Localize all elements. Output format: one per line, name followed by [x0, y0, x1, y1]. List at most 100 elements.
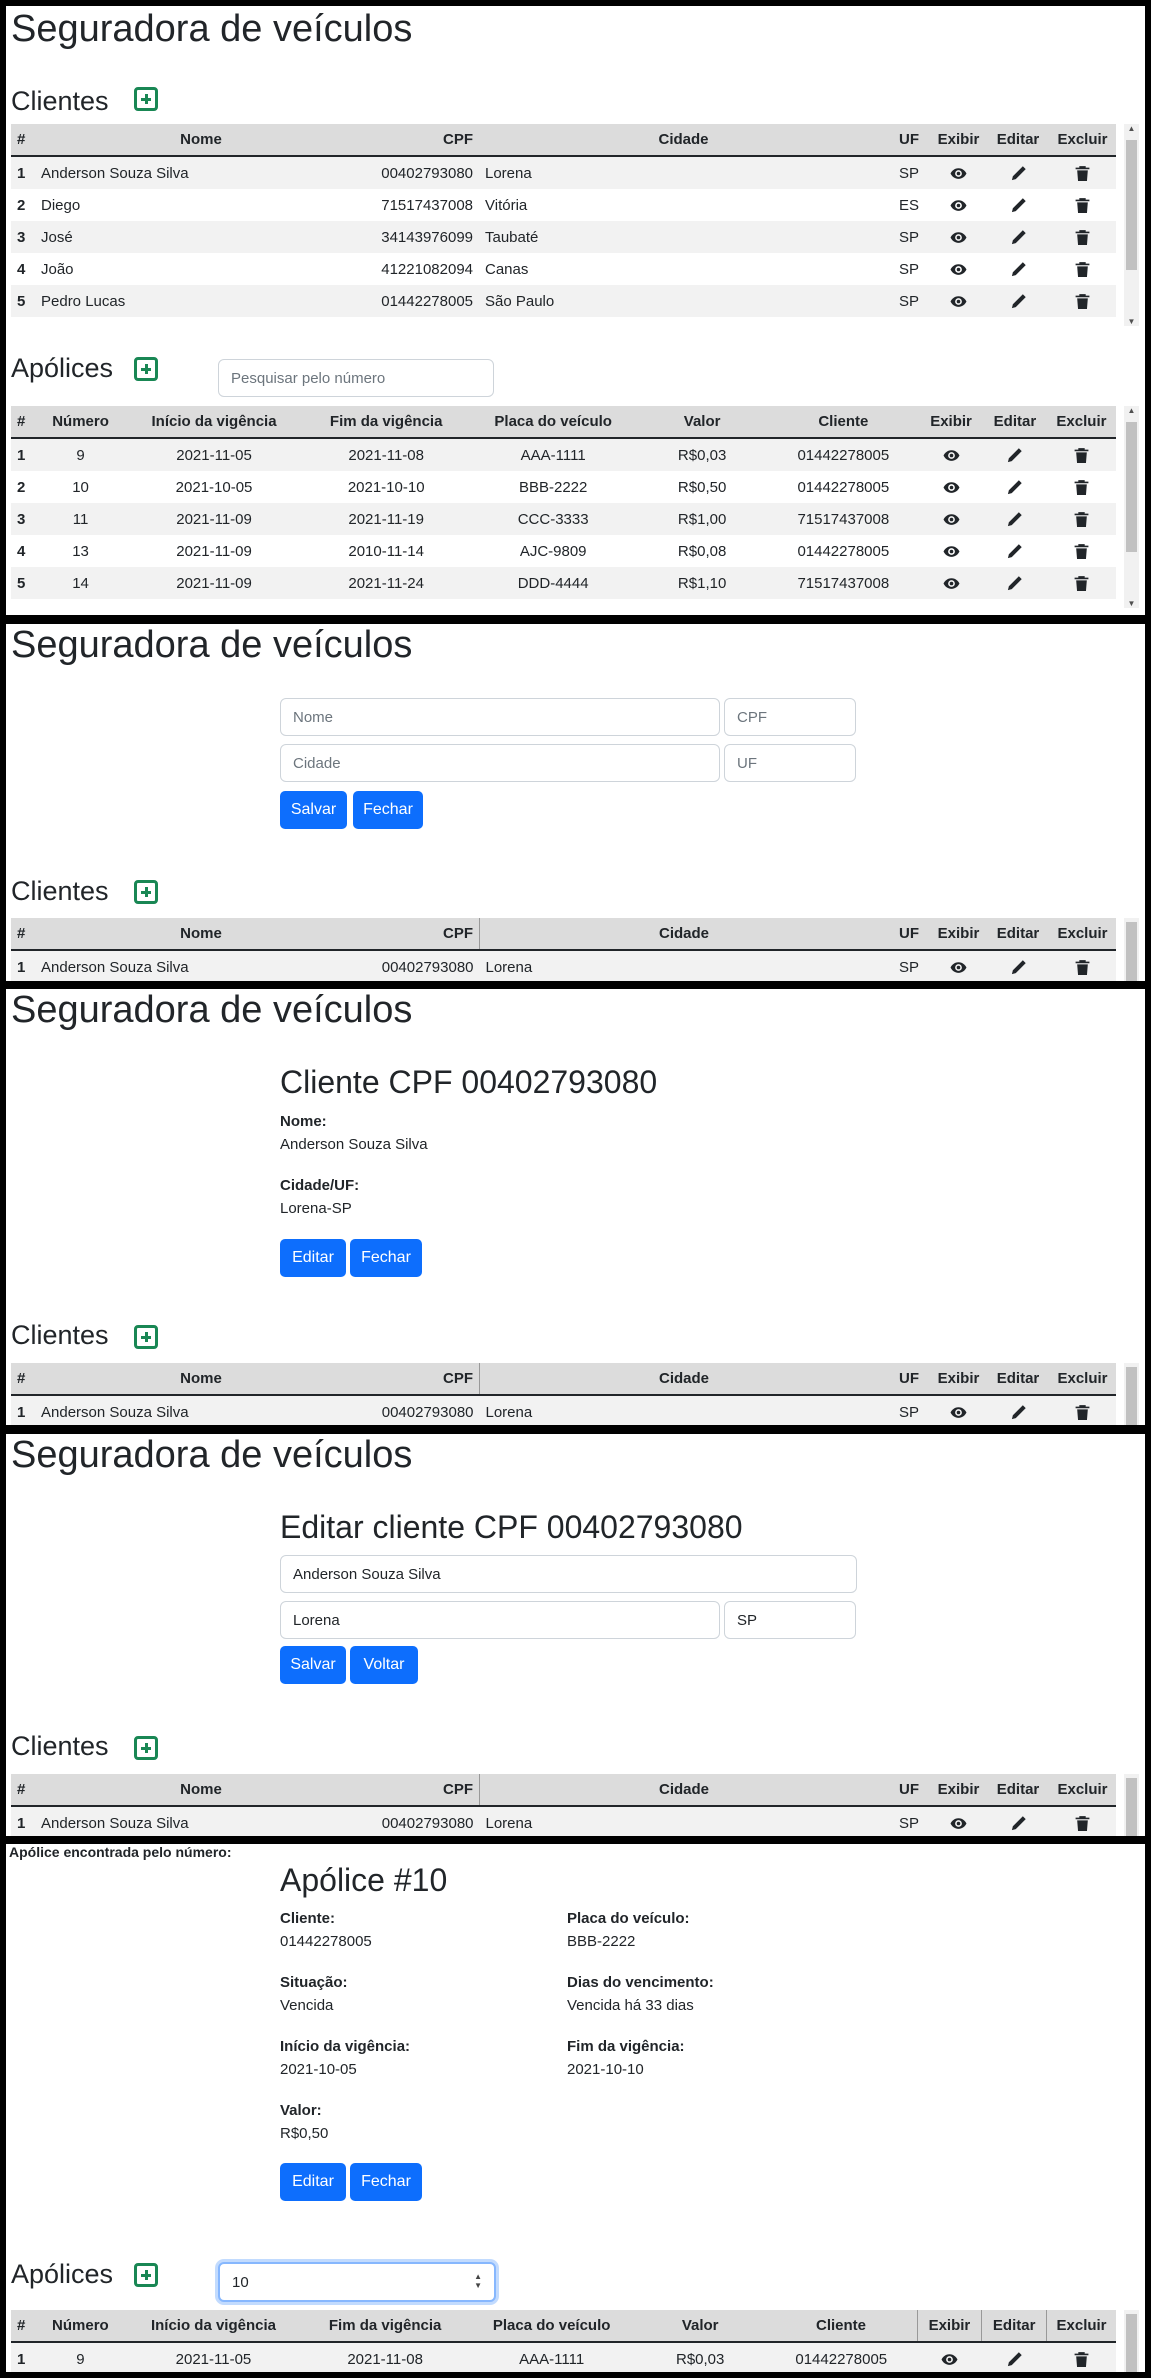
cell-nome: Anderson Souza Silva — [35, 1806, 367, 1836]
eye-icon[interactable] — [950, 196, 967, 214]
uf-field[interactable]: SP — [724, 1601, 856, 1639]
pencil-icon[interactable] — [1006, 446, 1023, 464]
eye-icon[interactable] — [943, 542, 960, 560]
search-input[interactable]: Pesquisar pelo número — [218, 359, 494, 397]
pencil-icon[interactable] — [1010, 1403, 1027, 1421]
trash-icon[interactable] — [1073, 574, 1090, 592]
pencil-icon[interactable] — [1006, 478, 1023, 496]
found-text: Apólice encontrada pelo número: — [9, 1844, 232, 1860]
table-row: 5 Pedro Lucas 01442278005 São Paulo SP — [11, 285, 1116, 317]
add-client-icon[interactable] — [134, 87, 158, 111]
scrollbar[interactable] — [1124, 1363, 1139, 1425]
cell-placa: CCC-3333 — [469, 503, 637, 535]
pencil-icon[interactable] — [1006, 510, 1023, 528]
cell-cliente: 01442278005 — [765, 2342, 918, 2372]
scrollbar[interactable]: ▲ ▼ — [1124, 406, 1139, 608]
cell-fim: 2021-11-24 — [302, 567, 470, 599]
trash-icon[interactable] — [1074, 260, 1091, 278]
col-header: Editar — [982, 406, 1047, 439]
col-header: Editar — [981, 2310, 1047, 2343]
action-cell — [930, 1395, 987, 1425]
add-client-icon[interactable] — [134, 1325, 158, 1349]
cell-id: 1 — [11, 1806, 35, 1836]
add-policy-icon[interactable] — [134, 2263, 158, 2287]
cell-id: 1 — [11, 1395, 35, 1425]
close-button[interactable]: Fechar — [350, 1239, 422, 1277]
trash-icon[interactable] — [1073, 446, 1090, 464]
trash-icon[interactable] — [1074, 196, 1091, 214]
col-header: Placa do veículo — [469, 406, 637, 439]
action-cell — [1049, 189, 1116, 221]
add-client-icon[interactable] — [134, 880, 158, 904]
col-header: Cliente — [765, 2310, 918, 2343]
back-button[interactable]: Voltar — [350, 1646, 418, 1684]
trash-icon[interactable] — [1074, 958, 1091, 976]
eye-icon[interactable] — [943, 510, 960, 528]
clientes-table-container: # Nome CPF Cidade UF Exibir Editar Exclu… — [11, 1363, 1139, 1425]
trash-icon[interactable] — [1073, 2350, 1090, 2368]
pencil-icon[interactable] — [1006, 2350, 1023, 2368]
scrollbar[interactable]: ▲ ▼ — [1124, 124, 1139, 326]
cell-uf: SP — [898, 260, 919, 278]
eye-icon[interactable] — [941, 2350, 958, 2368]
scrollbar[interactable] — [1124, 2310, 1139, 2372]
add-policy-icon[interactable] — [134, 357, 158, 381]
col-header: Fim da vigência — [301, 2310, 469, 2343]
edit-button[interactable]: Editar — [280, 1239, 346, 1277]
pencil-icon[interactable] — [1010, 228, 1027, 246]
pencil-icon[interactable] — [1010, 196, 1027, 214]
col-header: Exibir — [916, 2310, 982, 2343]
col-header: Valor — [634, 2310, 766, 2343]
screen-policy: Apólice encontrada pelo número: Apólice … — [6, 1844, 1145, 2372]
eye-icon[interactable] — [950, 292, 967, 310]
eye-icon[interactable] — [950, 1814, 967, 1832]
trash-icon[interactable] — [1073, 478, 1090, 496]
eye-icon[interactable] — [950, 164, 967, 182]
trash-icon[interactable] — [1074, 1814, 1091, 1832]
pencil-icon[interactable] — [1010, 1814, 1027, 1832]
action-cell — [982, 438, 1047, 471]
action-cell — [987, 189, 1049, 221]
close-button[interactable]: Fechar — [353, 791, 423, 829]
trash-icon[interactable] — [1074, 292, 1091, 310]
close-button[interactable]: Fechar — [350, 2163, 422, 2201]
action-cell — [987, 1806, 1049, 1836]
trash-icon[interactable] — [1074, 228, 1091, 246]
eye-icon[interactable] — [950, 1403, 967, 1421]
edit-button[interactable]: Editar — [280, 2163, 346, 2201]
trash-icon[interactable] — [1074, 1403, 1091, 1421]
uf-field[interactable]: UF — [724, 744, 856, 782]
save-button[interactable]: Salvar — [280, 791, 347, 829]
eye-icon[interactable] — [950, 958, 967, 976]
spinner-icon[interactable]: ▲ ▼ — [474, 2272, 482, 2290]
save-button[interactable]: Salvar — [280, 1646, 346, 1684]
pencil-icon[interactable] — [1010, 292, 1027, 310]
eye-icon[interactable] — [943, 574, 960, 592]
col-header: Cidade — [479, 918, 888, 951]
nome-field[interactable]: Anderson Souza Silva — [280, 1555, 857, 1593]
eye-icon[interactable] — [943, 446, 960, 464]
cpf-field[interactable]: CPF — [724, 698, 856, 736]
trash-icon[interactable] — [1074, 164, 1091, 182]
scrollbar[interactable] — [1124, 918, 1139, 981]
trash-icon[interactable] — [1073, 542, 1090, 560]
pencil-icon[interactable] — [1010, 260, 1027, 278]
cidade-label: Cidade/UF: — [280, 1177, 360, 1194]
cliente-value: 01442278005 — [280, 1933, 372, 1950]
eye-icon[interactable] — [943, 478, 960, 496]
pencil-icon[interactable] — [1010, 958, 1027, 976]
add-client-icon[interactable] — [134, 1736, 158, 1760]
pencil-icon[interactable] — [1006, 542, 1023, 560]
cidade-field[interactable]: Cidade — [280, 744, 720, 782]
eye-icon[interactable] — [950, 260, 967, 278]
trash-icon[interactable] — [1073, 510, 1090, 528]
search-input[interactable]: 10 ▲ ▼ — [218, 2262, 496, 2302]
cidade-field[interactable]: Lorena — [280, 1601, 720, 1639]
scrollbar[interactable] — [1124, 1774, 1139, 1836]
pencil-icon[interactable] — [1010, 164, 1027, 182]
nome-field[interactable]: Nome — [280, 698, 720, 736]
action-cell — [930, 253, 987, 285]
pencil-icon[interactable] — [1006, 574, 1023, 592]
eye-icon[interactable] — [950, 228, 967, 246]
page-title: Seguradora de veículos — [11, 1434, 413, 1476]
